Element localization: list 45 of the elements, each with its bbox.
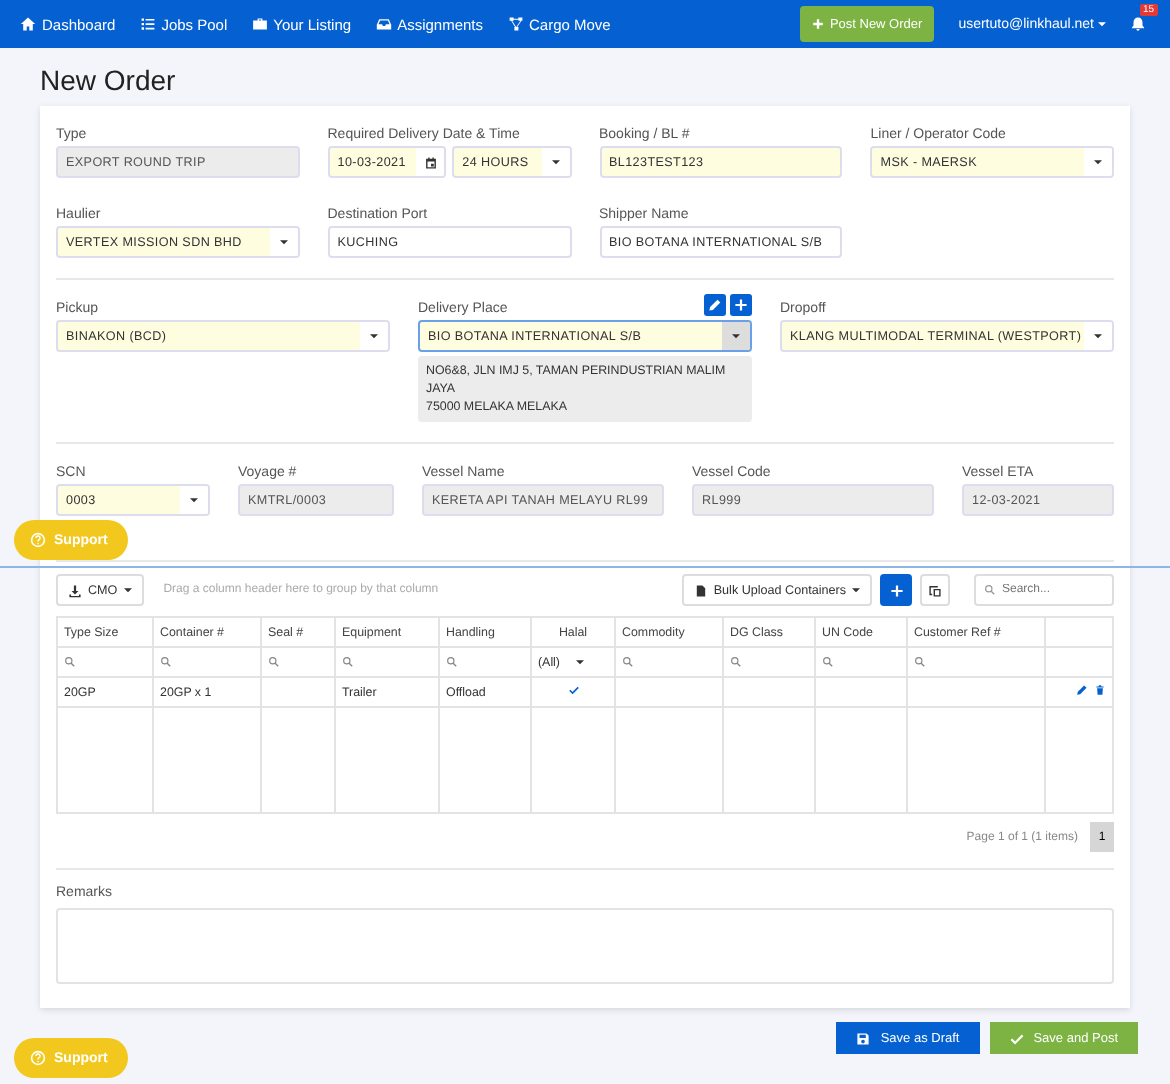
search-icon[interactable] <box>446 656 458 669</box>
edit-icon[interactable] <box>1076 684 1088 697</box>
save-icon <box>856 1031 871 1045</box>
page-title: New Order <box>38 62 178 100</box>
network-icon <box>507 16 523 32</box>
home-icon <box>20 16 36 32</box>
caret-icon <box>370 333 378 339</box>
caret-icon <box>576 659 584 666</box>
add-button[interactable] <box>730 294 752 316</box>
caret-icon <box>732 333 740 339</box>
list-icon <box>139 16 156 32</box>
remarks-field[interactable] <box>56 908 1114 984</box>
edit-button[interactable] <box>704 294 726 316</box>
search-icon[interactable] <box>268 656 280 669</box>
download-icon <box>68 583 82 598</box>
plus-icon <box>811 18 824 30</box>
add-row-button[interactable] <box>880 574 912 607</box>
search-icon[interactable] <box>342 656 354 669</box>
plus-icon <box>889 583 903 598</box>
caret-icon <box>1098 21 1106 27</box>
inbox-icon <box>375 16 392 32</box>
caret-icon <box>190 497 198 503</box>
file-icon <box>693 583 708 598</box>
caret-icon <box>551 159 559 165</box>
search-icon[interactable] <box>730 656 742 669</box>
check-icon <box>1009 1031 1024 1045</box>
search-icon[interactable] <box>622 656 634 669</box>
briefcase-icon <box>251 16 268 32</box>
search-icon[interactable] <box>64 656 76 669</box>
search-icon <box>984 584 996 597</box>
question-icon <box>30 1050 46 1066</box>
caret-icon <box>279 239 288 245</box>
search-icon[interactable] <box>822 656 834 669</box>
caret-icon <box>852 587 860 594</box>
windows-icon <box>928 583 942 598</box>
caret-icon <box>1094 159 1102 165</box>
bell-icon[interactable] <box>1130 16 1146 32</box>
column-chooser-button[interactable] <box>920 574 950 607</box>
trash-icon[interactable] <box>1094 684 1106 697</box>
search-icon[interactable] <box>914 656 926 669</box>
search-icon[interactable] <box>160 656 172 669</box>
question-icon <box>30 532 46 548</box>
caret-icon <box>1094 333 1102 339</box>
caret-icon <box>123 587 132 594</box>
calendar-icon[interactable] <box>423 155 438 169</box>
